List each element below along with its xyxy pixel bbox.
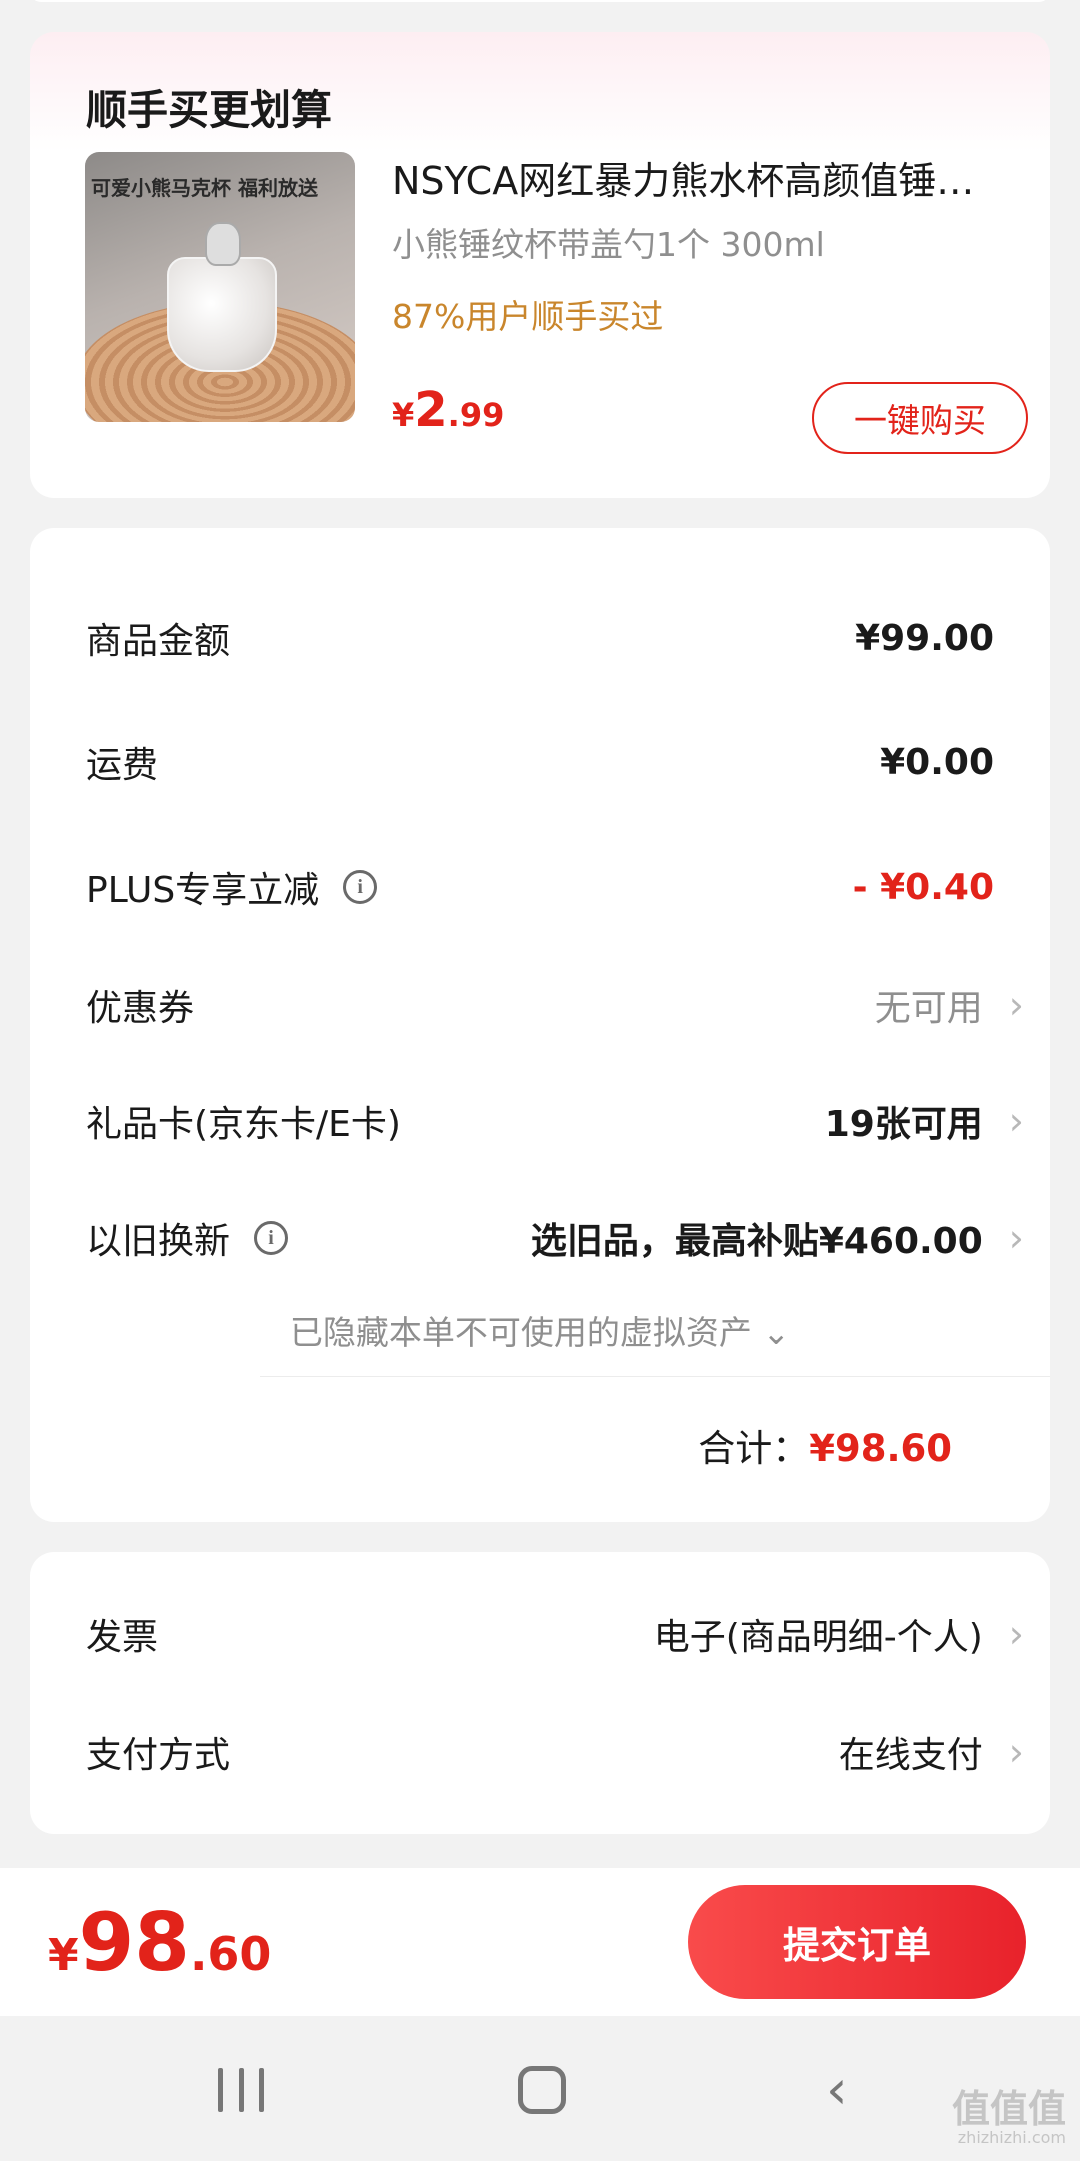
row-value: 选旧品，最高补贴¥460.00 xyxy=(530,1221,983,1262)
home-icon[interactable] xyxy=(518,2066,566,2114)
price-integer: 2 xyxy=(414,382,448,438)
row-label: 发票 xyxy=(86,1617,159,1658)
grand-total-price: ¥98.60 xyxy=(48,1896,271,1989)
system-nav-bar: ‹ 值值值 zhizhizhi.com xyxy=(0,2016,1080,2161)
upsell-card: 顺手买更划算 可爱小熊马克杯 福利放送 NSYCA网红暴力熊水杯高颜值锤… 小熊… xyxy=(30,32,1050,498)
checkout-bar: ¥98.60 提交订单 xyxy=(0,1868,1080,2016)
row-label: 运费 xyxy=(86,745,159,786)
one-click-buy-button[interactable]: 一键购买 xyxy=(812,382,1028,454)
row-invoice[interactable]: 发票 电子(商品明细-个人) › xyxy=(86,1608,1024,1660)
total-label: 合计： xyxy=(698,1427,810,1470)
product-purchase-stat: 87%用户顺手买过 xyxy=(392,297,664,336)
price-currency: ¥ xyxy=(48,1930,79,1981)
thumbnail-caption: 可爱小熊马克杯 福利放送 xyxy=(91,176,318,200)
row-trade-in[interactable]: 以旧换新 i 选旧品，最高补贴¥460.00 › xyxy=(86,1212,1024,1264)
row-value: 无可用 xyxy=(874,988,983,1029)
divider xyxy=(260,1376,1050,1377)
total-value: ¥98.60 xyxy=(809,1427,952,1470)
row-label: 支付方式 xyxy=(86,1735,231,1776)
row-label: 礼品卡(京东卡/E卡) xyxy=(86,1104,401,1145)
row-shipping: 运费 ¥0.00 xyxy=(86,736,994,788)
row-label: 商品金额 xyxy=(86,621,231,662)
cup-image xyxy=(167,257,277,372)
back-icon[interactable]: ‹ xyxy=(826,2063,872,2117)
price-decimal: .99 xyxy=(447,396,505,434)
row-gift-card[interactable]: 礼品卡(京东卡/E卡) 19张可用 › xyxy=(86,1095,1024,1147)
chevron-right-icon: › xyxy=(1008,983,1024,1027)
row-value: 在线支付 xyxy=(838,1735,983,1776)
product-price: ¥2.99 xyxy=(392,382,504,438)
chevron-right-icon: › xyxy=(1008,1612,1024,1656)
row-value: ¥99.00 xyxy=(855,617,994,659)
product-thumbnail[interactable]: 可爱小熊马克杯 福利放送 xyxy=(85,152,355,422)
bear-lid-image xyxy=(205,222,241,266)
row-value: ¥0.00 xyxy=(880,741,994,783)
row-value: - ¥0.40 xyxy=(852,866,994,908)
upsell-title: 顺手买更划算 xyxy=(86,86,332,134)
row-label: PLUS专享立减 xyxy=(86,870,320,911)
price-integer: 98 xyxy=(78,1896,190,1989)
submit-order-button[interactable]: 提交订单 xyxy=(688,1885,1026,1999)
order-total: 合计：¥98.60 xyxy=(698,1418,952,1472)
previous-card-edge xyxy=(30,0,1050,2)
info-icon[interactable]: i xyxy=(343,870,378,904)
row-value: 电子(商品明细-个人) xyxy=(653,1617,983,1658)
row-plus-discount: PLUS专享立减 i - ¥0.40 xyxy=(86,861,994,913)
watermark-url: zhizhizhi.com xyxy=(957,2128,1066,2147)
price-decimal: .60 xyxy=(189,1927,272,1981)
invoice-payment-card: 发票 电子(商品明细-个人) › 支付方式 在线支付 › xyxy=(30,1552,1050,1834)
row-label: 优惠券 xyxy=(86,988,195,1029)
row-value: 19张可用 xyxy=(824,1104,983,1145)
product-spec: 小熊锤纹杯带盖勺1个 300ml xyxy=(392,225,825,264)
hidden-assets-toggle[interactable]: 已隐藏本单不可使用的虚拟资产 ⌄ xyxy=(30,1306,1050,1354)
info-icon[interactable]: i xyxy=(254,1221,289,1255)
chevron-right-icon: › xyxy=(1008,1099,1024,1143)
recent-apps-icon[interactable] xyxy=(218,2068,264,2112)
watermark-logo: 值值值 xyxy=(951,2087,1066,2131)
row-goods-amount: 商品金额 ¥99.00 xyxy=(86,612,994,664)
row-coupon[interactable]: 优惠券 无可用 › xyxy=(86,979,1024,1031)
chevron-right-icon: › xyxy=(1008,1216,1024,1260)
product-name[interactable]: NSYCA网红暴力熊水杯高颜值锤… xyxy=(392,150,1022,205)
row-label: 以旧换新 xyxy=(86,1221,231,1262)
price-currency: ¥ xyxy=(392,396,415,434)
row-payment-method[interactable]: 支付方式 在线支付 › xyxy=(86,1726,1024,1778)
chevron-right-icon: › xyxy=(1008,1730,1024,1774)
order-summary-card: 商品金额 ¥99.00 运费 ¥0.00 PLUS专享立减 i - ¥0.40 … xyxy=(30,528,1050,1522)
